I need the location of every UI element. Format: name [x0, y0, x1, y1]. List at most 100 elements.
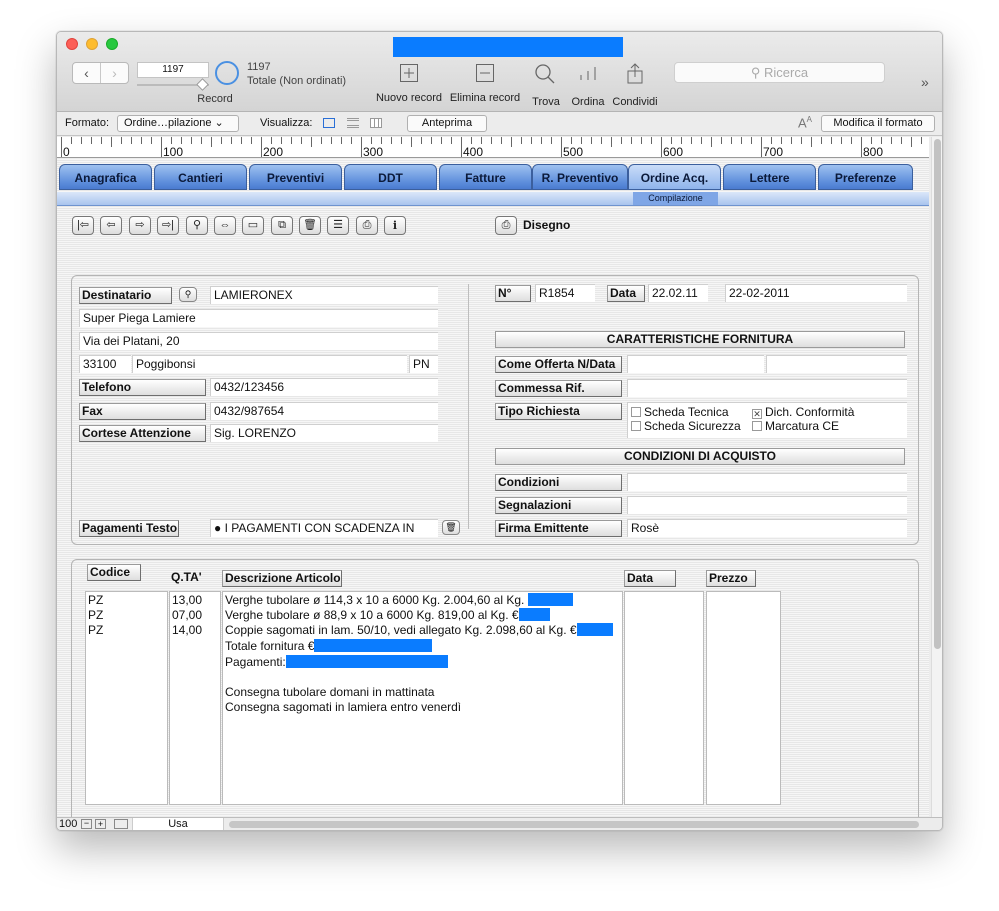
delete-record-button[interactable]: Elimina record — [448, 62, 522, 104]
ruler-tick — [281, 137, 282, 144]
record-slider-knob[interactable] — [196, 78, 209, 91]
last-record-icon[interactable]: ⇨| — [157, 216, 179, 235]
preview-button[interactable]: Anteprima — [407, 115, 487, 132]
vertical-scrollbar[interactable] — [931, 137, 942, 817]
ruler-tick — [181, 137, 182, 144]
trash-icon[interactable]: 🗑 — [299, 216, 321, 235]
commessa-field[interactable] — [627, 379, 907, 397]
tab-r-preventivo[interactable]: R. Preventivo — [532, 164, 628, 190]
ruler-tick — [291, 137, 292, 144]
list-icon[interactable]: ☰ — [327, 216, 349, 235]
qta-cell: 14,00 — [172, 623, 203, 637]
zoom-window-button[interactable] — [106, 38, 118, 50]
tab-preventivi[interactable]: Preventivi — [249, 164, 342, 190]
fax-field[interactable]: 0432/987654 — [210, 402, 438, 420]
tab-preferenze[interactable]: Preferenze — [818, 164, 913, 190]
citta-field[interactable]: Poggibonsi — [132, 355, 407, 373]
firma-field[interactable]: Rosè — [627, 519, 907, 537]
tab-fatture[interactable]: Fatture — [439, 164, 532, 190]
record-number-field[interactable]: 1197 — [137, 62, 209, 78]
ruler-tick — [501, 137, 502, 144]
sort-button[interactable]: Ordina — [570, 62, 606, 108]
minimize-window-button[interactable] — [86, 38, 98, 50]
toolbar-overflow-icon[interactable]: » — [921, 74, 929, 90]
ruler-tick — [771, 137, 772, 144]
data-column[interactable] — [624, 591, 704, 805]
swap-icon[interactable]: ⇔ — [214, 216, 236, 235]
telefono-field[interactable]: 0432/123456 — [210, 378, 438, 396]
zoom-out-icon[interactable]: − — [81, 819, 92, 829]
disegno-label[interactable]: Disegno — [523, 216, 570, 235]
record-total-label: Totale (Non ordinati) — [247, 75, 347, 87]
offerta-data-field[interactable] — [766, 355, 907, 373]
find-button[interactable]: Trova — [529, 62, 563, 108]
prezzo-column[interactable] — [706, 591, 781, 805]
offerta-field[interactable] — [627, 355, 764, 373]
list-view-icon[interactable] — [347, 118, 359, 128]
next-record-arrow-icon[interactable]: ⇨ — [129, 216, 151, 235]
tab-ordine-acq[interactable]: Ordine Acq. — [628, 164, 721, 190]
toggle-status-icon[interactable] — [114, 819, 128, 829]
next-record-icon[interactable]: › — [101, 63, 128, 83]
previous-record-icon[interactable]: ‹ — [73, 63, 101, 83]
ruler-tick — [321, 137, 322, 144]
tab-ddt[interactable]: DDT — [344, 164, 437, 190]
info-icon[interactable]: i — [384, 216, 406, 235]
tab-anagrafica[interactable]: Anagrafica — [59, 164, 152, 190]
ruler-tick — [701, 137, 702, 144]
check-scheda-tecnica[interactable]: Scheda Tecnica — [631, 405, 729, 419]
data-short-field[interactable]: 22.02.11 — [648, 284, 708, 302]
horizontal-scrollbar[interactable] — [229, 821, 919, 828]
ruler-tick — [761, 137, 762, 157]
ruler-tick — [921, 137, 922, 144]
table-view-icon[interactable] — [370, 118, 382, 128]
search-record-icon[interactable]: ⚲ — [186, 216, 208, 235]
close-window-button[interactable] — [66, 38, 78, 50]
ruler-tick — [391, 137, 392, 144]
attenzione-field[interactable]: Sig. LORENZO — [210, 424, 438, 442]
subtab-compilazione[interactable]: Compilazione — [633, 192, 718, 205]
ragione-sociale-field[interactable]: Super Piega Lamiere — [79, 309, 438, 327]
duplicate-icon[interactable]: ⧉ — [271, 216, 293, 235]
first-record-icon[interactable]: |⇦ — [72, 216, 94, 235]
pagamenti-trash-icon[interactable]: 🗑 — [442, 520, 460, 535]
zoom-level[interactable]: 100 — [59, 818, 77, 830]
tab-lettere[interactable]: Lettere — [723, 164, 816, 190]
data-long-field[interactable]: 22-02-2011 — [725, 284, 907, 302]
print-icon[interactable]: ⎙ — [356, 216, 378, 235]
check-scheda-sicurezza[interactable]: Scheda Sicurezza — [631, 419, 741, 433]
indirizzo-field[interactable]: Via dei Platani, 20 — [79, 332, 438, 350]
ruler-tick — [201, 137, 202, 144]
search-input[interactable]: ⚲ Ricerca — [674, 62, 885, 83]
share-button[interactable]: Condividi — [611, 62, 659, 108]
format-select[interactable]: Ordine…pilazione ⌄ — [117, 115, 239, 132]
ruler-tick — [301, 137, 302, 144]
condizioni-field[interactable] — [627, 473, 907, 491]
text-format-icon[interactable]: AA — [798, 115, 812, 130]
pagamenti-testo-field[interactable]: ● I PAGAMENTI CON SCADENZA IN — [210, 519, 438, 537]
ruler-label: 700 — [763, 145, 784, 158]
destinatario-field[interactable]: LAMIERONEX — [210, 286, 438, 304]
record-count: 1197 Totale (Non ordinati) — [247, 60, 346, 88]
share-label: Condividi — [612, 96, 658, 108]
vertical-scroll-thumb[interactable] — [934, 139, 941, 649]
prev-record-icon[interactable]: ⇦ — [100, 216, 122, 235]
provincia-field[interactable]: PN — [409, 355, 438, 373]
modify-format-button[interactable]: Modifica il formato — [821, 115, 935, 132]
destinatario-search-icon[interactable]: ⚲ — [179, 287, 197, 302]
check-dich-conformita[interactable]: ✕ Dich. Conformità — [752, 405, 854, 419]
cap-field[interactable]: 33100 — [79, 355, 131, 373]
new-document-icon[interactable]: ▭ — [242, 216, 264, 235]
numero-field[interactable]: R1854 — [535, 284, 595, 302]
print-drawing-icon[interactable]: ⎙ — [495, 216, 517, 235]
ruler-tick — [611, 137, 612, 147]
ruler-label: 0 — [63, 145, 70, 158]
check-marcatura-ce[interactable]: Marcatura CE — [752, 419, 839, 433]
ruler-tick — [261, 137, 262, 157]
status-bar: 100 − + Usa — [57, 817, 942, 830]
form-view-icon[interactable] — [323, 118, 335, 128]
new-record-button[interactable]: Nuovo record — [374, 62, 444, 104]
tab-cantieri[interactable]: Cantieri — [154, 164, 247, 190]
segnalazioni-field[interactable] — [627, 496, 907, 514]
zoom-in-icon[interactable]: + — [95, 819, 106, 829]
